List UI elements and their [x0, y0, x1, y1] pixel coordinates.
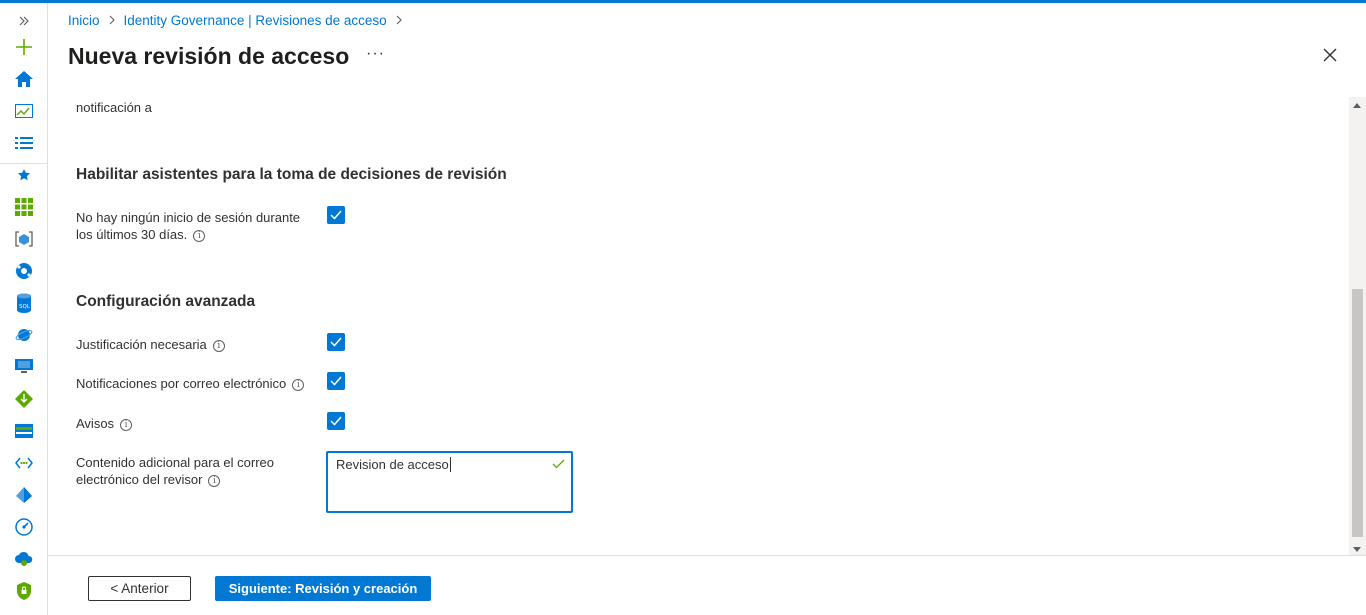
app-services-icon[interactable] — [12, 259, 36, 283]
extra-content-label-line2: electrónico del revisor — [76, 472, 203, 487]
no-signin-checkbox[interactable] — [327, 206, 345, 224]
storage-accounts-icon[interactable] — [12, 419, 36, 443]
info-icon[interactable]: i — [292, 378, 305, 391]
chevron-right-icon — [108, 14, 116, 28]
svg-text:SQL: SQL — [19, 304, 31, 310]
close-icon — [1323, 48, 1337, 62]
section-advanced-heading: Configuración avanzada — [76, 293, 256, 310]
email-notifications-label-text: Notificaciones por correo electrónico — [76, 376, 287, 391]
all-services-icon[interactable] — [12, 131, 36, 155]
info-icon[interactable]: i — [120, 418, 133, 431]
cosmos-db-icon[interactable] — [12, 323, 36, 347]
valid-check-icon — [552, 457, 565, 472]
extra-content-label-line1: Contenido adicional para el correo — [76, 455, 275, 470]
chevron-right-icon — [395, 14, 403, 28]
no-signin-label-line2: los últimos 30 días. — [76, 227, 188, 242]
sql-database-icon[interactable]: SQL — [12, 291, 36, 315]
load-balancers-icon[interactable] — [12, 387, 36, 411]
previous-button[interactable]: < Anterior — [88, 576, 191, 601]
justification-label: Justificación necesaria i — [76, 336, 225, 353]
virtual-machines-icon[interactable] — [12, 355, 36, 379]
extra-content-value: Revision de acceso — [336, 457, 449, 472]
breadcrumb-home-link[interactable]: Inicio — [68, 13, 100, 28]
entra-id-icon[interactable] — [12, 483, 36, 507]
checkmark-icon — [330, 376, 342, 386]
justification-label-text: Justificación necesaria — [76, 337, 207, 352]
checkmark-icon — [330, 416, 342, 426]
reminders-checkbox[interactable] — [327, 412, 345, 430]
breadcrumb-identity-governance-link[interactable]: Identity Governance | Revisiones de acce… — [124, 13, 387, 28]
checkmark-icon — [330, 337, 342, 347]
notification-label: notificación a — [76, 100, 152, 115]
main-panel: Inicio Identity Governance | Revisiones … — [48, 3, 1366, 615]
email-notifications-checkbox[interactable] — [327, 372, 345, 390]
all-resources-icon[interactable] — [12, 195, 36, 219]
scroll-down-arrow-icon[interactable] — [1353, 547, 1361, 552]
checkmark-icon — [330, 210, 342, 220]
expand-menu-icon[interactable] — [12, 9, 36, 33]
section-decision-helpers-heading: Habilitar asistentes para la toma de dec… — [76, 166, 507, 183]
advisor-icon[interactable] — [12, 547, 36, 571]
virtual-networks-icon[interactable] — [12, 451, 36, 475]
email-notifications-label: Notificaciones por correo electrónico i — [76, 375, 305, 392]
create-resource-icon[interactable] — [12, 35, 36, 59]
scrollbar-thumb[interactable] — [1352, 289, 1363, 537]
resource-groups-icon[interactable] — [12, 227, 36, 251]
breadcrumb: Inicio Identity Governance | Revisiones … — [68, 13, 403, 28]
info-icon[interactable]: i — [212, 339, 225, 352]
text-cursor — [449, 457, 451, 472]
vertical-scrollbar[interactable] — [1349, 97, 1366, 556]
page-title: Nueva revisión de acceso — [68, 43, 350, 69]
footer-bar: < Anterior Siguiente: Revisión y creació… — [48, 555, 1366, 615]
form-scroll-area: notificación a Habilitar asistentes para… — [48, 95, 1348, 555]
monitor-icon[interactable] — [12, 515, 36, 539]
reminders-label: Avisos i — [76, 415, 133, 432]
dashboard-icon[interactable] — [12, 99, 36, 123]
scroll-up-arrow-icon[interactable] — [1353, 103, 1361, 108]
left-nav-rail: SQL — [0, 3, 48, 615]
extra-content-label: Contenido adicional para el correo elect… — [76, 454, 274, 488]
security-center-icon[interactable] — [12, 579, 36, 603]
reminders-label-text: Avisos — [76, 416, 115, 431]
more-options-button[interactable]: ··· — [366, 45, 385, 63]
favorites-star-icon[interactable] — [12, 163, 36, 187]
info-icon[interactable]: i — [208, 474, 221, 487]
close-button[interactable] — [1320, 45, 1340, 65]
next-review-create-button[interactable]: Siguiente: Revisión y creación — [215, 576, 431, 601]
no-signin-label-line1: No hay ningún inicio de sesión durante — [76, 210, 301, 225]
partial-link-text[interactable] — [334, 95, 338, 102]
extra-content-textarea[interactable]: Revision de acceso — [326, 451, 573, 513]
justification-checkbox[interactable] — [327, 333, 345, 351]
home-icon[interactable] — [12, 67, 36, 91]
info-icon[interactable]: i — [193, 229, 206, 242]
no-signin-label: No hay ningún inicio de sesión durante l… — [76, 209, 300, 243]
